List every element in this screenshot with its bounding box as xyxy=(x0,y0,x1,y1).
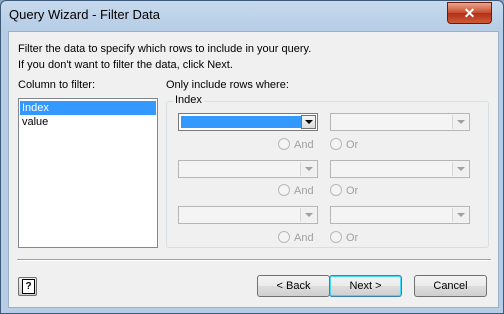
column-listbox[interactable]: Index value xyxy=(18,98,158,248)
row1-operator-value xyxy=(181,116,302,128)
radio-circle-icon xyxy=(278,231,290,243)
row3-value-combo[interactable] xyxy=(330,206,470,224)
radio-circle-icon xyxy=(278,138,290,150)
row3-or-label: Or xyxy=(346,232,359,244)
row2-value-combo[interactable] xyxy=(330,160,470,178)
chevron-down-icon[interactable] xyxy=(300,208,316,222)
instruction-line-2: If you don't want to filter the data, cl… xyxy=(18,59,233,71)
cancel-button[interactable]: Cancel xyxy=(414,275,487,297)
row1-and-radio[interactable]: And xyxy=(278,138,314,151)
criteria-label: Only include rows where: xyxy=(166,79,289,91)
row2-operator-value xyxy=(181,163,302,175)
dialog-body: Filter the data to specify which rows to… xyxy=(8,31,499,308)
row1-value-combo[interactable] xyxy=(330,113,470,131)
back-button[interactable]: < Back xyxy=(257,275,330,297)
criteria-group-label: Index xyxy=(173,94,204,106)
column-item-value[interactable]: value xyxy=(20,115,156,129)
query-wizard-window: Query Wizard - Filter Data ✕ Filter the … xyxy=(0,0,504,314)
row1-or-radio[interactable]: Or xyxy=(330,138,358,151)
next-button[interactable]: Next > xyxy=(329,275,402,297)
radio-circle-icon xyxy=(278,184,290,196)
window-title: Query Wizard - Filter Data xyxy=(9,7,160,22)
chevron-down-icon[interactable] xyxy=(452,162,468,176)
title-bar[interactable]: Query Wizard - Filter Data ✕ xyxy=(1,1,503,30)
chevron-down-icon[interactable] xyxy=(452,208,468,222)
row2-and-label: And xyxy=(294,185,314,197)
row2-or-label: Or xyxy=(346,185,359,197)
footer-divider xyxy=(17,259,491,261)
row2-and-radio[interactable]: And xyxy=(278,184,314,197)
radio-circle-icon xyxy=(330,231,342,243)
row3-and-label: And xyxy=(294,232,314,244)
close-icon: ✕ xyxy=(463,5,476,21)
close-button[interactable]: ✕ xyxy=(447,2,492,24)
row3-operator-value xyxy=(181,209,302,221)
chevron-down-icon[interactable] xyxy=(300,162,316,176)
row1-operator-combo[interactable] xyxy=(178,113,318,131)
column-to-filter-label: Column to filter: xyxy=(18,79,96,91)
instruction-line-1: Filter the data to specify which rows to… xyxy=(18,43,312,55)
radio-circle-icon xyxy=(330,184,342,196)
row3-operator-combo[interactable] xyxy=(178,206,318,224)
row3-and-radio[interactable]: And xyxy=(278,231,314,244)
row1-and-label: And xyxy=(294,139,314,151)
row2-operator-combo[interactable] xyxy=(178,160,318,178)
row2-value xyxy=(333,163,454,175)
chevron-down-icon[interactable] xyxy=(452,115,468,129)
help-button[interactable]: ? xyxy=(18,277,37,296)
row2-or-radio[interactable]: Or xyxy=(330,184,358,197)
radio-circle-icon xyxy=(330,138,342,150)
row1-value xyxy=(333,116,454,128)
row1-or-label: Or xyxy=(346,139,359,151)
row3-or-radio[interactable]: Or xyxy=(330,231,358,244)
column-item-index[interactable]: Index xyxy=(20,101,156,115)
row3-value xyxy=(333,209,454,221)
chevron-down-icon[interactable] xyxy=(301,115,316,129)
help-icon: ? xyxy=(22,279,35,294)
